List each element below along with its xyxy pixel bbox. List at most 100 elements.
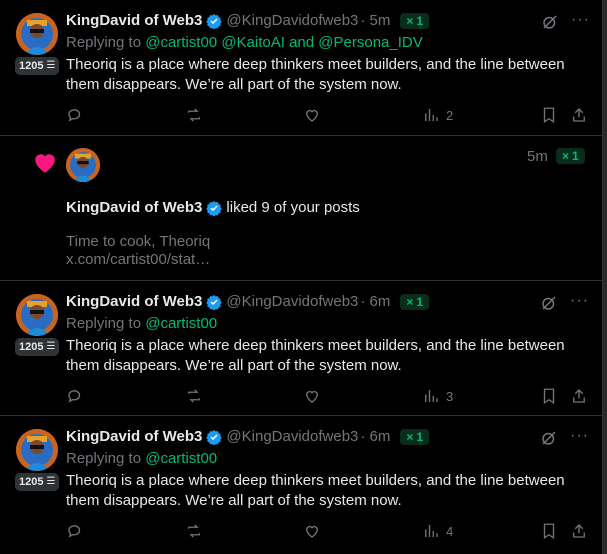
replying-to: Replying to @cartist00	[66, 450, 217, 467]
author-name[interactable]: KingDavid of Web3	[66, 428, 202, 445]
views-icon	[425, 109, 438, 121]
author-name[interactable]: KingDavid of Web3	[66, 12, 202, 29]
verified-badge-icon	[206, 200, 223, 216]
avatar[interactable]	[66, 148, 100, 182]
like-icon	[306, 525, 318, 538]
reply-icon	[68, 525, 81, 538]
more-icon[interactable]: ···	[571, 12, 590, 28]
bookmark-icon	[543, 388, 555, 405]
grok-icon[interactable]	[540, 429, 558, 447]
reply-button[interactable]	[66, 522, 84, 540]
views-count: 4	[446, 523, 454, 539]
mention-link[interactable]: @cartist00	[145, 315, 217, 332]
bookmark-button[interactable]	[540, 387, 558, 405]
replying-label: Replying to	[66, 315, 142, 332]
grok-icon[interactable]	[541, 13, 559, 31]
author-name[interactable]: KingDavid of Web3	[66, 293, 202, 310]
replying-label: Replying to	[66, 450, 142, 467]
reply-icon	[68, 109, 81, 122]
scrollbar-thumb[interactable]	[603, 0, 607, 554]
author-name[interactable]: KingDavid of Web3	[66, 199, 202, 216]
repost-button[interactable]	[185, 106, 203, 124]
post-actions: 3	[0, 387, 603, 407]
post-time[interactable]: · 6m	[360, 293, 390, 310]
boost-count: 1	[416, 13, 424, 28]
notification-time: 5m	[527, 148, 548, 165]
boost-pill: × 1	[400, 428, 430, 445]
avatar[interactable]	[16, 294, 58, 336]
share-icon	[573, 108, 585, 122]
boost-count: 1	[416, 429, 424, 444]
post-actions: 4	[0, 522, 603, 542]
heart-icon	[35, 154, 55, 173]
post-header: KingDavid of Web3 @KingDavidofweb3 · 6m …	[66, 293, 430, 310]
repost-button[interactable]	[185, 387, 203, 405]
avatar-image-icon	[66, 148, 100, 182]
author-handle[interactable]: @KingDavidofweb3	[226, 293, 358, 310]
more-icon[interactable]: ···	[570, 293, 589, 309]
verified-badge-icon	[206, 294, 223, 310]
share-button[interactable]	[570, 522, 588, 540]
replying-to: Replying to @cartist00 @KaitoAI and @Per…	[66, 34, 423, 51]
reply-post[interactable]: 1205 ☰ KingDavid of Web3 @KingDavidofweb…	[0, 0, 603, 136]
replying-to: Replying to @cartist00	[66, 315, 217, 332]
avatar-image-icon	[16, 429, 58, 471]
post-header: KingDavid of Web3 @KingDavidofweb3 · 5m …	[66, 12, 430, 29]
like-button[interactable]	[303, 522, 321, 540]
stack-icon: ☰	[46, 60, 56, 71]
verified-badge-icon	[206, 429, 223, 445]
x-mark-icon: ×	[406, 13, 414, 28]
views-button[interactable]: 4	[422, 522, 453, 540]
mention-link[interactable]: @KaitoAI	[221, 34, 285, 51]
share-button[interactable]	[570, 106, 588, 124]
avatar[interactable]	[16, 429, 58, 471]
mention-link[interactable]: @Persona_IDV	[318, 34, 422, 51]
notifications-feed: 1205 ☰ KingDavid of Web3 @KingDavidofweb…	[0, 0, 603, 554]
boost-count: 1	[572, 149, 579, 163]
verified-badge-icon	[206, 13, 223, 29]
notification-text: KingDavid of Web3 liked 9 of your posts	[66, 199, 360, 216]
share-icon	[573, 389, 585, 403]
repost-icon	[188, 524, 200, 538]
stack-icon: ☰	[46, 341, 56, 352]
views-button[interactable]: 2	[422, 106, 453, 124]
repost-button[interactable]	[185, 522, 203, 540]
score-value: 1205	[19, 341, 44, 353]
reply-icon	[68, 390, 81, 403]
mention-link[interactable]: @cartist00	[145, 34, 217, 51]
boost-pill: × 1	[400, 12, 430, 29]
post-actions: 2	[0, 106, 603, 126]
post-text: Theoriq is a place where deep thinkers m…	[66, 337, 565, 374]
scrollbar[interactable]	[603, 0, 607, 554]
author-handle[interactable]: @KingDavidofweb3	[226, 428, 358, 445]
like-button[interactable]	[303, 387, 321, 405]
like-button[interactable]	[303, 106, 321, 124]
author-handle[interactable]: @KingDavidofweb3	[226, 12, 358, 29]
views-button[interactable]: 3	[422, 387, 453, 405]
reply-button[interactable]	[66, 106, 84, 124]
x-mark-icon: ×	[406, 294, 414, 309]
views-count: 2	[446, 107, 454, 123]
avatar[interactable]	[16, 13, 58, 55]
bookmark-button[interactable]	[540, 522, 558, 540]
stack-icon: ☰	[46, 476, 56, 487]
bookmark-button[interactable]	[540, 106, 558, 124]
like-icon	[306, 390, 318, 403]
reply-button[interactable]	[66, 387, 84, 405]
avatar-image-icon	[16, 13, 58, 55]
quoted-post-text[interactable]: Time to cook, Theoriq	[66, 233, 210, 250]
quoted-post-link[interactable]: x.com/cartist00/stat…	[66, 251, 210, 268]
avatar-image-icon	[16, 294, 58, 336]
grok-icon[interactable]	[540, 294, 558, 312]
boost-pill: × 1	[400, 293, 430, 310]
bookmark-icon	[543, 523, 555, 540]
score-badge: 1205 ☰	[15, 57, 60, 75]
share-button[interactable]	[570, 387, 588, 405]
post-time[interactable]: · 6m	[360, 428, 390, 445]
mention-link[interactable]: @cartist00	[145, 450, 217, 467]
post-text: Theoriq is a place where deep thinkers m…	[66, 56, 565, 93]
x-mark-icon: ×	[562, 149, 570, 163]
post-time[interactable]: · 5m	[360, 12, 390, 29]
more-icon[interactable]: ···	[570, 428, 589, 444]
post-text: Theoriq is a place where deep thinkers m…	[66, 472, 565, 509]
